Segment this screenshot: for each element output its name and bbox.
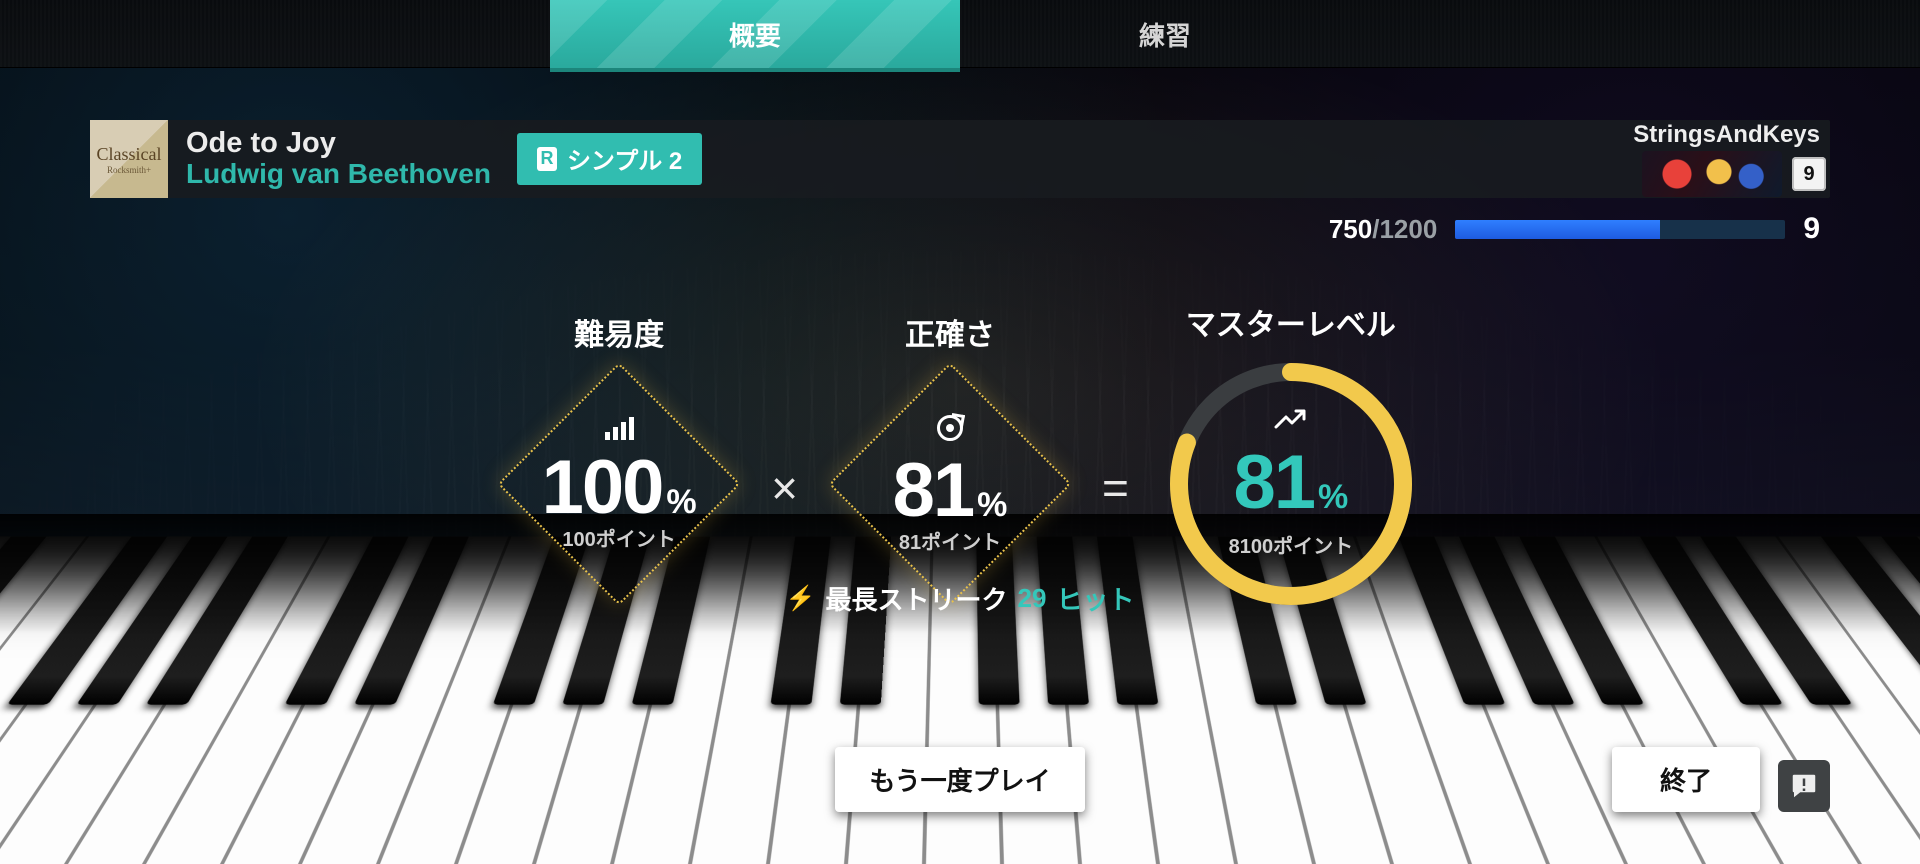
xp-bar: 750/1200 9 (1329, 212, 1820, 246)
song-meta: Ode to Joy Ludwig van Beethoven (186, 128, 491, 190)
rocksmith-logo-icon: R (537, 147, 557, 171)
stat-accuracy-sub: 81ポイント (893, 533, 1008, 553)
stat-accuracy-diamond: 81% 81ポイント (830, 364, 1070, 604)
stat-difficulty: 難易度 100% 100ポイント (499, 310, 739, 604)
stat-accuracy: 正確さ 81% 81ポイント (830, 310, 1070, 604)
streak-value: 29 (1017, 583, 1046, 614)
stat-mastery-value: 81 (1233, 439, 1314, 526)
operator-times: × (771, 461, 798, 515)
album-art-label: Classical (97, 144, 162, 165)
tab-practice[interactable]: 練習 (960, 0, 1370, 68)
stat-difficulty-pct: % (666, 483, 696, 521)
player-avatar (1642, 151, 1782, 197)
stat-mastery-label: マスターレベル (1186, 300, 1396, 344)
stat-difficulty-value: 100 (542, 450, 663, 526)
quit-label: 終了 (1660, 766, 1712, 796)
difficulty-badge-label: シンプル 2 (567, 141, 682, 176)
bars-icon (605, 418, 634, 440)
trend-up-icon (1274, 409, 1308, 431)
operator-equals: = (1102, 461, 1129, 515)
song-artist: Ludwig van Beethoven (186, 158, 491, 190)
xp-max: 1200 (1379, 214, 1437, 244)
speech-exclaim-icon (1789, 771, 1819, 801)
album-art: Classical Rocksmith+ (90, 120, 168, 198)
streak-row: ⚡ 最長ストリーク 29 ヒット (0, 580, 1920, 617)
bottom-buttons: もう一度プレイ 終了 (0, 747, 1920, 812)
stat-difficulty-sub: 100ポイント (542, 530, 697, 550)
streak-unit: ヒット (1056, 580, 1134, 617)
player-panel: StringsAndKeys 9 (1633, 121, 1826, 197)
album-art-sublabel: Rocksmith+ (107, 165, 151, 175)
feedback-button[interactable] (1778, 760, 1830, 812)
stat-mastery-pct: % (1318, 478, 1348, 516)
score-stats: 難易度 100% 100ポイント × 正確さ 81% 81ポイント = マスター… (0, 300, 1920, 614)
player-level-badge: 9 (1792, 157, 1826, 191)
difficulty-badge: R シンプル 2 (517, 133, 702, 185)
tab-practice-label: 練習 (1139, 16, 1191, 53)
stat-mastery: マスターレベル 81% 8100ポイント (1161, 300, 1421, 614)
stat-mastery-sub: 8100ポイント (1229, 530, 1354, 559)
player-name: StringsAndKeys (1633, 121, 1826, 149)
stat-difficulty-label: 難易度 (574, 310, 664, 354)
tab-overview-label: 概要 (729, 16, 781, 53)
stat-difficulty-diamond: 100% 100ポイント (499, 364, 739, 604)
xp-target-level: 9 (1803, 212, 1820, 246)
stat-accuracy-label: 正確さ (905, 310, 995, 354)
tab-overview[interactable]: 概要 (550, 0, 960, 68)
song-title: Ode to Joy (186, 128, 491, 158)
target-icon (937, 415, 963, 441)
stat-mastery-ring: 81% 8100ポイント (1161, 354, 1421, 614)
top-tabs: 概要 練習 (0, 0, 1920, 68)
player-level-value: 9 (1803, 163, 1814, 186)
streak-label: 最長ストリーク (825, 580, 1007, 617)
stat-accuracy-pct: % (977, 486, 1007, 524)
play-again-label: もう一度プレイ (869, 766, 1050, 796)
play-again-button[interactable]: もう一度プレイ (835, 747, 1084, 812)
xp-progress-track (1455, 220, 1785, 239)
xp-progress-fill (1455, 220, 1660, 239)
bolt-icon: ⚡ (786, 584, 816, 613)
quit-button[interactable]: 終了 (1612, 747, 1760, 812)
stat-accuracy-value: 81 (893, 453, 974, 529)
xp-current: 750 (1329, 214, 1372, 244)
song-header: Classical Rocksmith+ Ode to Joy Ludwig v… (90, 120, 1830, 198)
